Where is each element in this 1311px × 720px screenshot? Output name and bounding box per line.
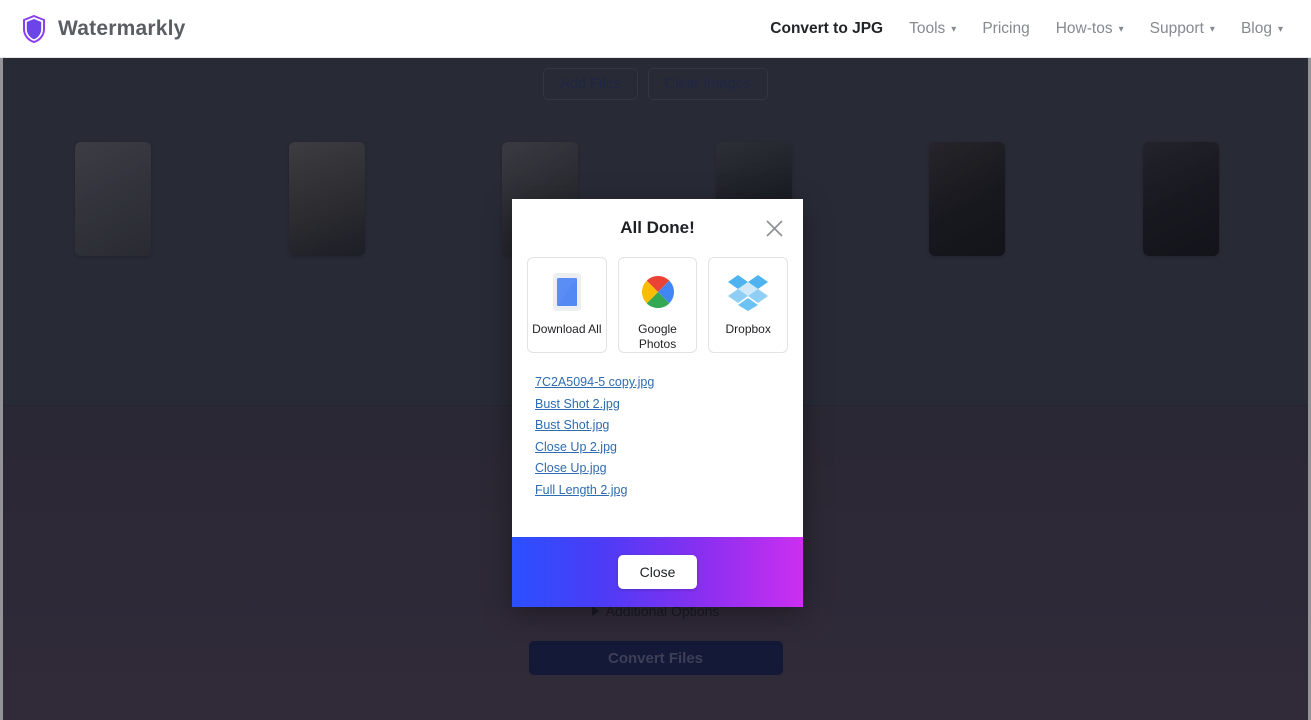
nav-label: Pricing xyxy=(982,19,1030,37)
file-link[interactable]: 7C2A5094-5 copy.jpg xyxy=(535,375,654,389)
all-done-modal: All Done! Download All Google Photos Dro… xyxy=(512,199,803,607)
file-link[interactable]: Close Up 2.jpg xyxy=(535,440,617,454)
page-root: Watermarkly Convert to JPG Tools ▾ Prici… xyxy=(0,0,1311,720)
nav-item-convert-to-jpg[interactable]: Convert to JPG xyxy=(770,20,883,38)
nav-label: Support xyxy=(1149,19,1204,37)
chevron-down-icon: ▾ xyxy=(951,23,957,35)
file-link[interactable]: Bust Shot.jpg xyxy=(535,418,609,432)
destination-label: Google Photos xyxy=(638,322,677,351)
nav-label: How-tos xyxy=(1055,19,1113,37)
destination-label: Download All xyxy=(532,322,602,336)
shield-icon xyxy=(23,14,45,43)
chevron-down-icon: ▾ xyxy=(1118,23,1124,35)
modal-footer: Close xyxy=(512,537,803,607)
nav-item-pricing[interactable]: Pricing xyxy=(982,20,1029,38)
downloaded-file-list: 7C2A5094-5 copy.jpg Bust Shot 2.jpg Bust… xyxy=(512,375,803,497)
device-download-icon xyxy=(545,270,589,314)
nav-item-support[interactable]: Support ▾ xyxy=(1150,20,1215,38)
nav-label: Tools xyxy=(909,19,946,37)
modal-header: All Done! xyxy=(512,199,803,257)
site-header: Watermarkly Convert to JPG Tools ▾ Prici… xyxy=(0,0,1311,58)
brand-logo[interactable]: Watermarkly xyxy=(22,14,186,43)
nav-item-tools[interactable]: Tools ▾ xyxy=(909,20,956,38)
file-link[interactable]: Bust Shot 2.jpg xyxy=(535,397,620,411)
close-icon[interactable] xyxy=(763,217,785,239)
destination-label: Dropbox xyxy=(725,322,771,336)
chevron-down-icon: ▾ xyxy=(1209,23,1215,35)
nav-label: Blog xyxy=(1240,19,1272,37)
dropbox-option[interactable]: Dropbox xyxy=(708,257,789,353)
main-nav: Convert to JPG Tools ▾ Pricing How-tos ▾… xyxy=(770,20,1283,38)
google-photos-option[interactable]: Google Photos xyxy=(617,257,698,353)
download-all-option[interactable]: Download All xyxy=(527,257,607,353)
nav-item-blog[interactable]: Blog ▾ xyxy=(1241,20,1283,38)
file-link[interactable]: Close Up.jpg xyxy=(535,461,607,475)
nav-item-how-tos[interactable]: How-tos ▾ xyxy=(1056,20,1124,38)
destination-options: Download All Google Photos Dropbox xyxy=(512,257,803,353)
file-link[interactable]: Full Length 2.jpg xyxy=(535,483,627,497)
brand-name: Watermarkly xyxy=(58,16,186,40)
nav-label: Convert to JPG xyxy=(770,19,884,37)
dropbox-icon xyxy=(726,270,770,314)
chevron-down-icon: ▾ xyxy=(1277,23,1283,35)
close-button[interactable]: Close xyxy=(617,555,698,589)
google-photos-icon xyxy=(636,270,680,314)
modal-body: Download All Google Photos Dropbox 7C2A5… xyxy=(512,257,803,537)
modal-title: All Done! xyxy=(620,218,695,237)
